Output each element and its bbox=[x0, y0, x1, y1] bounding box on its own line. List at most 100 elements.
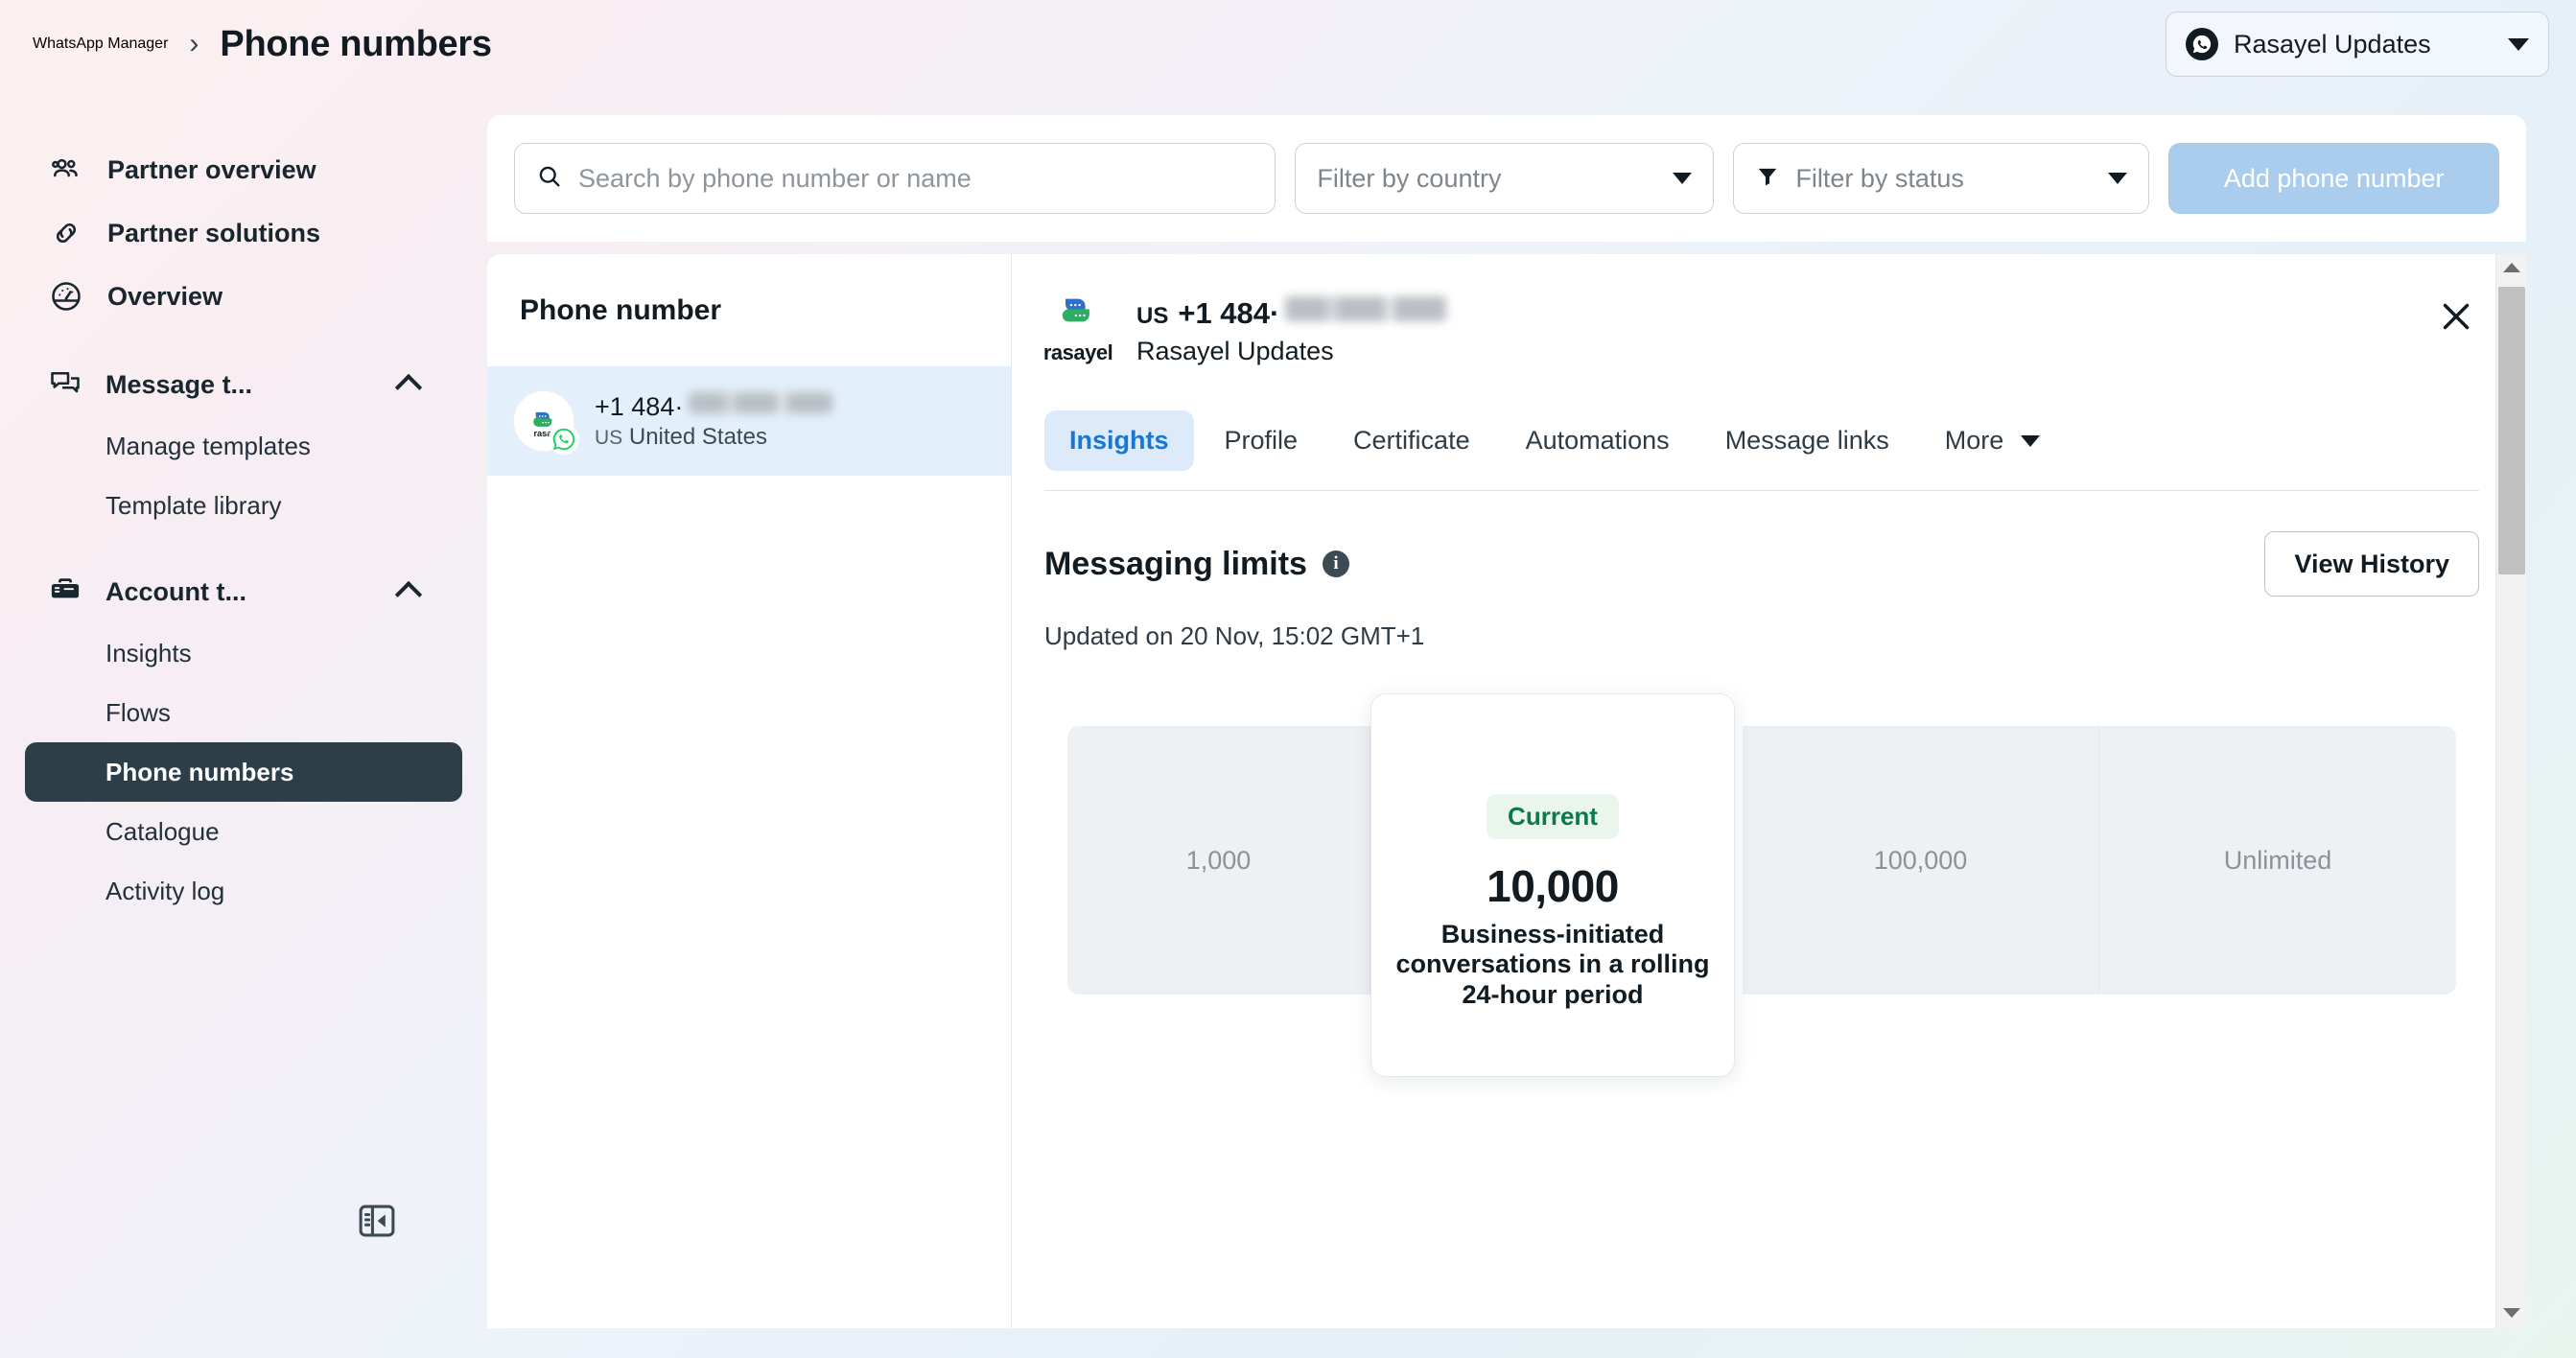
phone-number-detail-panel: rasayel US +1 484· Rasayel Updates Insig… bbox=[1011, 254, 2526, 1328]
sidebar-group-label: Message t... bbox=[105, 369, 253, 399]
sidebar-item-catalogue[interactable]: Catalogue bbox=[25, 802, 462, 861]
masked-digits bbox=[689, 391, 833, 413]
tab-profile[interactable]: Profile bbox=[1200, 410, 1323, 471]
account-name-label: Rasayel Updates bbox=[2234, 29, 2431, 59]
filter-by-country-dropdown[interactable]: Filter by country bbox=[1295, 143, 1715, 214]
add-phone-number-button[interactable]: Add phone number bbox=[2168, 143, 2499, 214]
breadcrumb-app-title[interactable]: WhatsApp Manager bbox=[33, 35, 168, 53]
sidebar-subitem-label: Insights bbox=[105, 638, 192, 667]
detail-display-name: Rasayel Updates bbox=[1136, 337, 1334, 365]
sidebar-item-label: Overview bbox=[107, 281, 223, 311]
list-column-header: Phone number bbox=[520, 293, 722, 326]
sidebar-subitem-label: Manage templates bbox=[105, 431, 311, 460]
phone-number-list-panel: Phone number rasa' +1 484· US United Sta… bbox=[487, 254, 1011, 1328]
sidebar-item-manage-templates[interactable]: Manage templates bbox=[25, 416, 462, 476]
sidebar-item-template-library[interactable]: Template library bbox=[25, 476, 462, 535]
search-icon bbox=[536, 163, 563, 195]
filter-status-label: Filter by status bbox=[1795, 163, 1964, 193]
tab-message-links[interactable]: Message links bbox=[1700, 410, 1914, 471]
sidebar-subitem-label: Activity log bbox=[105, 876, 225, 905]
filter-by-status-dropdown[interactable]: Filter by status bbox=[1733, 143, 2150, 214]
toolbox-icon bbox=[48, 573, 82, 612]
masked-digits bbox=[1285, 296, 1447, 321]
chevron-down-icon bbox=[2108, 173, 2128, 184]
lower-split: Phone number rasa' +1 484· US United Sta… bbox=[487, 254, 2526, 1328]
link-icon bbox=[48, 215, 84, 251]
current-limit-description: Business-initiated conversations in a ro… bbox=[1395, 920, 1710, 1009]
sidebar-item-partner-overview[interactable]: Partner overview bbox=[29, 138, 458, 201]
scroll-down-button[interactable] bbox=[2496, 1299, 2526, 1326]
info-icon[interactable]: i bbox=[1322, 550, 1349, 577]
sidebar-subitem-label: Catalogue bbox=[105, 816, 220, 846]
sidebar-item-flows[interactable]: Flows bbox=[25, 683, 462, 742]
chevron-up-icon bbox=[394, 580, 423, 609]
messaging-limits-header: Messaging limits i View History bbox=[1044, 531, 2479, 597]
current-tier-card: Current 10,000 Business-initiated conver… bbox=[1370, 693, 1735, 1077]
detail-inner: rasayel US +1 484· Rasayel Updates Insig… bbox=[1012, 254, 2526, 1077]
chevron-down-icon bbox=[2021, 434, 2041, 447]
breadcrumb-separator-icon: › bbox=[189, 28, 199, 59]
messaging-limits-tiers: 1,000 100,000 Unlimited Current 10,000 B… bbox=[1044, 693, 2479, 1077]
sidebar-item-insights[interactable]: Insights bbox=[25, 623, 462, 683]
tab-automations[interactable]: Automations bbox=[1501, 410, 1695, 471]
list-item[interactable]: rasa' +1 484· US United States bbox=[487, 366, 1011, 476]
tier-100000[interactable]: 100,000 bbox=[1743, 726, 2099, 995]
scrollbar-thumb[interactable] bbox=[2498, 287, 2525, 574]
main-content: Filter by country Filter by status Add p… bbox=[487, 115, 2526, 1328]
detail-phone-number: US +1 484· bbox=[1136, 296, 1447, 331]
chevron-up-icon bbox=[394, 373, 423, 402]
sidebar-group-message-templates[interactable]: Message t... bbox=[29, 353, 458, 416]
sidebar: Partner overview Partner solutions Overv… bbox=[0, 88, 487, 1358]
sidebar-item-phone-numbers[interactable]: Phone numbers bbox=[25, 742, 462, 802]
sidebar-item-overview[interactable]: Overview bbox=[29, 265, 458, 328]
search-input[interactable] bbox=[578, 163, 1254, 194]
vertical-scrollbar[interactable] bbox=[2495, 254, 2526, 1328]
tier-1000[interactable]: 1,000 bbox=[1067, 726, 1370, 995]
whatsapp-icon bbox=[2186, 28, 2218, 60]
sidebar-item-activity-log[interactable]: Activity log bbox=[25, 861, 462, 921]
gauge-icon bbox=[48, 278, 84, 315]
view-history-button[interactable]: View History bbox=[2264, 531, 2479, 597]
chevron-down-icon bbox=[2508, 37, 2529, 51]
close-icon[interactable] bbox=[2434, 294, 2478, 339]
sidebar-item-label: Partner solutions bbox=[107, 218, 321, 247]
toolbar-panel: Filter by country Filter by status Add p… bbox=[487, 115, 2526, 242]
triangle-up-icon bbox=[2503, 263, 2520, 272]
tier-label: 1,000 bbox=[1185, 845, 1252, 875]
tab-more[interactable]: More bbox=[1920, 410, 2066, 471]
tab-more-label: More bbox=[1944, 426, 2004, 455]
sidebar-subitem-label: Template library bbox=[105, 490, 282, 520]
sidebar-collapse-icon[interactable] bbox=[355, 1199, 399, 1243]
tab-insights[interactable]: Insights bbox=[1044, 410, 1194, 471]
sidebar-group-account-tools[interactable]: Account t... bbox=[29, 560, 458, 623]
search-input-wrapper[interactable] bbox=[514, 143, 1276, 214]
list-header: Phone number bbox=[487, 254, 1011, 366]
tier-label: 100,000 bbox=[1873, 845, 1968, 875]
sidebar-subitem-label: Flows bbox=[105, 697, 171, 727]
detail-header: rasayel US +1 484· Rasayel Updates bbox=[1042, 294, 2472, 366]
detail-header-texts: US +1 484· Rasayel Updates bbox=[1136, 294, 1447, 366]
tier-label: Unlimited bbox=[2223, 845, 2332, 875]
chevron-down-icon bbox=[1673, 173, 1693, 184]
triangle-down-icon bbox=[2503, 1308, 2520, 1318]
tier-unlimited[interactable]: Unlimited bbox=[2099, 726, 2456, 995]
section-title: Messaging limits bbox=[1044, 545, 1307, 582]
tabs-divider bbox=[1044, 490, 2479, 491]
current-limit-value: 10,000 bbox=[1487, 861, 1619, 911]
breadcrumb: WhatsApp Manager › Phone numbers bbox=[0, 24, 492, 65]
status-badge: Current bbox=[1487, 794, 1619, 839]
scroll-up-button[interactable] bbox=[2496, 254, 2526, 281]
account-selector-button[interactable]: Rasayel Updates bbox=[2166, 12, 2549, 77]
sidebar-group-label: Account t... bbox=[105, 576, 246, 606]
sidebar-item-partner-solutions[interactable]: Partner solutions bbox=[29, 201, 458, 265]
brand-wordmark: rasayel bbox=[1042, 340, 1113, 364]
list-item-phone-number: +1 484· bbox=[595, 391, 833, 422]
brand-logo: rasayel bbox=[1042, 294, 1113, 365]
detail-tabs: Insights Profile Certificate Automations… bbox=[1044, 410, 2472, 471]
page-title: Phone numbers bbox=[220, 23, 492, 64]
tab-certificate[interactable]: Certificate bbox=[1328, 410, 1495, 471]
list-item-country: US United States bbox=[595, 423, 767, 450]
chat-bubbles-icon bbox=[48, 365, 82, 405]
